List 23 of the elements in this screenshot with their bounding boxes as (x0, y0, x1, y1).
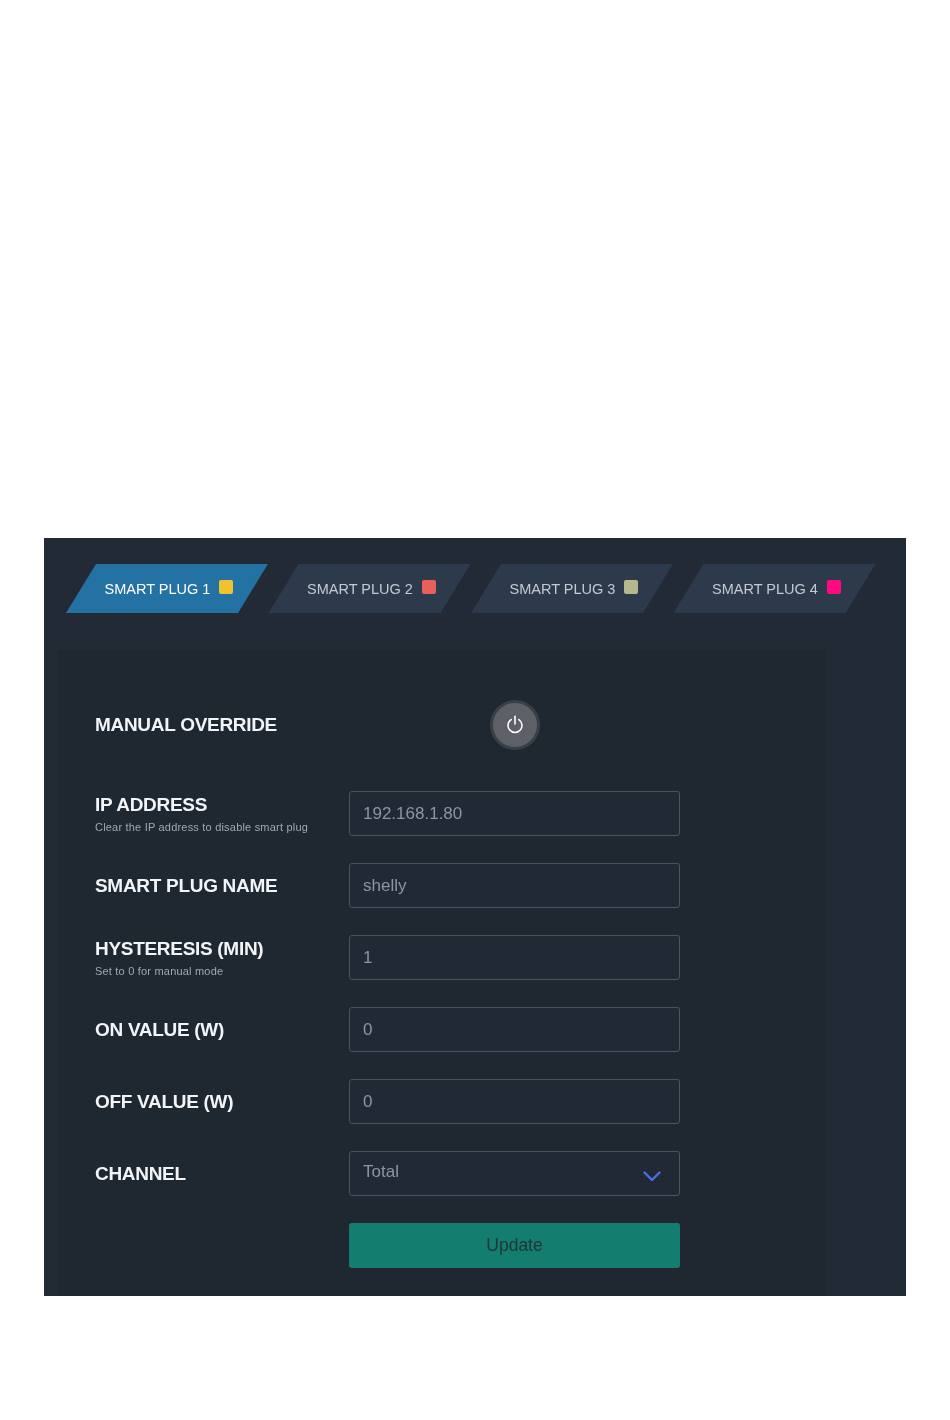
update-button[interactable]: Update (349, 1223, 680, 1268)
input-field[interactable]: 0 (349, 1079, 680, 1124)
chevron-down-icon (643, 1171, 661, 1182)
help-text: Clear the IP address to disable smart plug (95, 821, 310, 833)
input-field[interactable]: 192.168.1.80 (349, 791, 680, 836)
tab[interactable]: SMART PLUG 3 (471, 564, 673, 613)
tab[interactable]: SMART PLUG 4 (673, 564, 876, 613)
tab[interactable]: SMART PLUG 1 (66, 564, 268, 613)
field-label: MANUAL OVERRIDE (95, 714, 278, 736)
power-button[interactable] (489, 700, 540, 750)
dropdown-field[interactable]: Total (349, 1151, 680, 1196)
tab[interactable]: SMART PLUG 2 (268, 564, 471, 613)
field-label: SMART PLUG NAME (95, 874, 279, 897)
input-field[interactable]: 0 (349, 1007, 680, 1052)
input-field[interactable]: shelly (349, 863, 680, 908)
field-label: HYSTERESIS (MIN) (95, 938, 265, 960)
field-label: CHANNEL (95, 1162, 187, 1185)
field-label: ON VALUE (W) (95, 1018, 226, 1041)
power-icon (504, 715, 525, 735)
field-label: IP ADDRESS (95, 794, 209, 816)
help-text: Set to 0 for manual mode (95, 965, 225, 977)
field-label: OFF VALUE (W) (95, 1090, 235, 1113)
input-field[interactable]: 1 (349, 935, 680, 980)
